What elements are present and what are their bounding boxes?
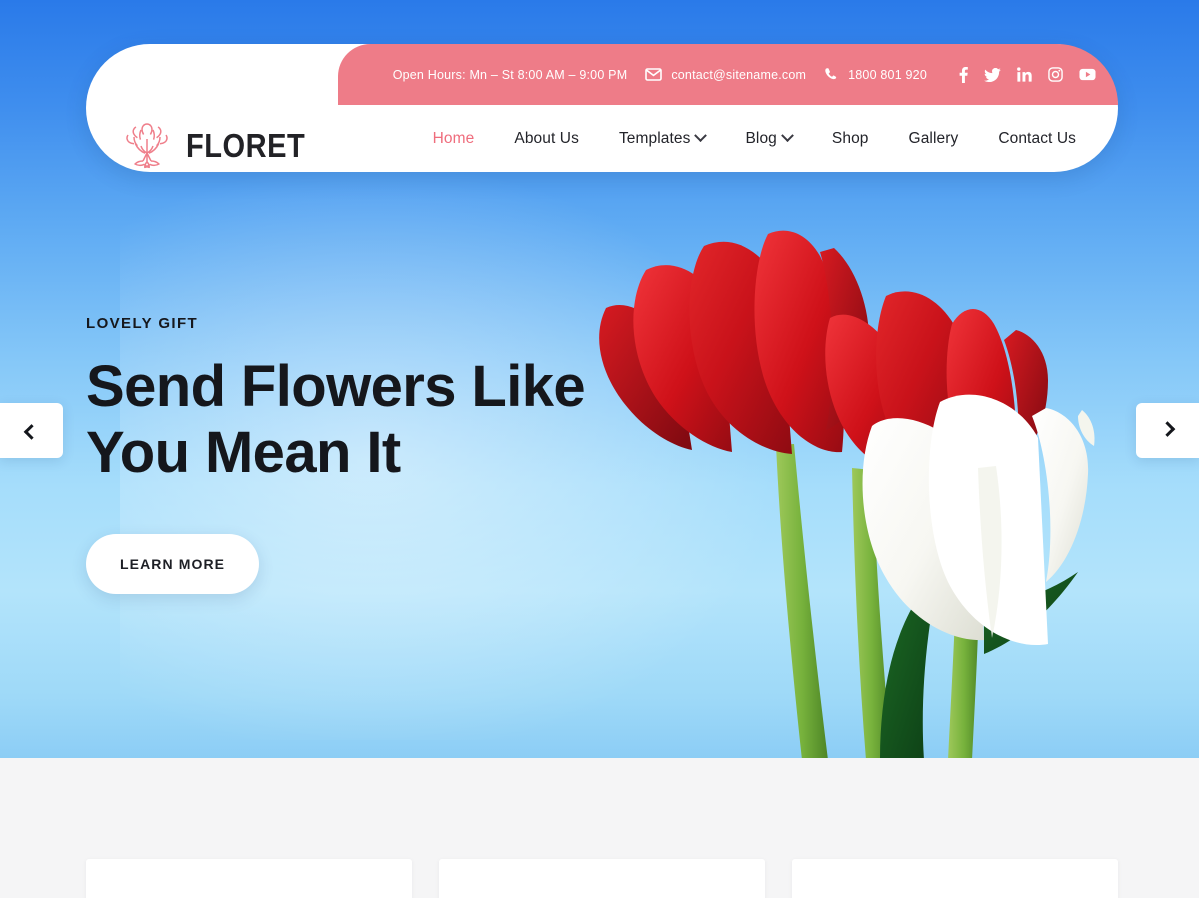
nav-label: Gallery [908, 129, 959, 147]
hero-section: Open Hours: Mn – St 8:00 AM – 9:00 PM co… [0, 0, 1199, 758]
instagram-icon[interactable] [1048, 67, 1063, 82]
nav-item-contact-us[interactable]: Contact Us [978, 130, 1096, 148]
twitter-icon[interactable] [984, 67, 1001, 82]
learn-more-button[interactable]: LEARN MORE [86, 534, 260, 595]
slider-prev-button[interactable] [0, 403, 63, 458]
feature-cards: Subscription Service Seasonal Flowers Bu… [86, 859, 1118, 898]
feature-card[interactable]: Seasonal Flowers [439, 859, 765, 898]
nav-item-shop[interactable]: Shop [812, 130, 889, 148]
chevron-right-icon [1159, 421, 1176, 437]
linkedin-icon[interactable] [1017, 67, 1032, 82]
nav-label: Contact Us [998, 129, 1076, 147]
top-contact-bar: Open Hours: Mn – St 8:00 AM – 9:00 PM co… [338, 44, 1118, 105]
slider-next-button[interactable] [1136, 403, 1199, 458]
hero-eyebrow: LOVELY GIFT [86, 315, 199, 332]
nav-label: About Us [514, 129, 579, 147]
hero-copy: LOVELY GIFT Send Flowers Like You Mean I… [86, 315, 686, 595]
nav-item-blog[interactable]: Blog [725, 129, 811, 148]
hero-headline: Send Flowers Like You Mean It [86, 354, 606, 486]
chevron-left-icon [23, 424, 40, 440]
page-root: Open Hours: Mn – St 8:00 AM – 9:00 PM co… [0, 0, 1199, 898]
open-hours-text: Open Hours: Mn – St 8:00 AM – 9:00 PM [392, 67, 628, 82]
chevron-down-icon [781, 129, 794, 143]
nav-item-about-us[interactable]: About Us [494, 130, 599, 148]
nav-item-templates[interactable]: Templates [599, 129, 726, 148]
nav-label: Templates [618, 129, 691, 147]
flower-bouquet-icon [122, 120, 172, 172]
social-links [959, 66, 1096, 83]
site-logo[interactable]: FLORET [122, 120, 322, 172]
phone-contact[interactable]: 1800 801 920 [824, 67, 927, 82]
open-hours: Open Hours: Mn – St 8:00 AM – 9:00 PM [393, 68, 628, 82]
features-section: Subscription Service Seasonal Flowers Bu… [0, 758, 1199, 898]
main-navigation: Home About Us Templates Blog Shop Galler… [413, 105, 1096, 172]
feature-card[interactable]: Subscription Service [86, 859, 412, 898]
nav-label: Home [432, 129, 475, 147]
phone-text: 1800 801 920 [848, 67, 927, 82]
nav-item-home[interactable]: Home [413, 130, 495, 148]
hero-headline-line2: You Mean It [86, 420, 401, 486]
nav-label: Shop [831, 129, 869, 147]
nav-label: Blog [745, 129, 777, 147]
chevron-down-icon [694, 129, 708, 143]
phone-icon [824, 67, 839, 82]
email-contact[interactable]: contact@sitename.com [645, 68, 806, 82]
facebook-icon[interactable] [959, 66, 968, 83]
feature-card[interactable]: Bulk Home Design [792, 859, 1118, 898]
email-text: contact@sitename.com [671, 67, 807, 82]
logo-text: FLORET [186, 127, 306, 164]
youtube-icon[interactable] [1079, 68, 1096, 81]
site-header: Open Hours: Mn – St 8:00 AM – 9:00 PM co… [86, 44, 1118, 172]
hero-headline-line1: Send Flowers Like [86, 354, 586, 419]
nav-item-gallery[interactable]: Gallery [889, 130, 979, 148]
envelope-icon [645, 68, 663, 81]
